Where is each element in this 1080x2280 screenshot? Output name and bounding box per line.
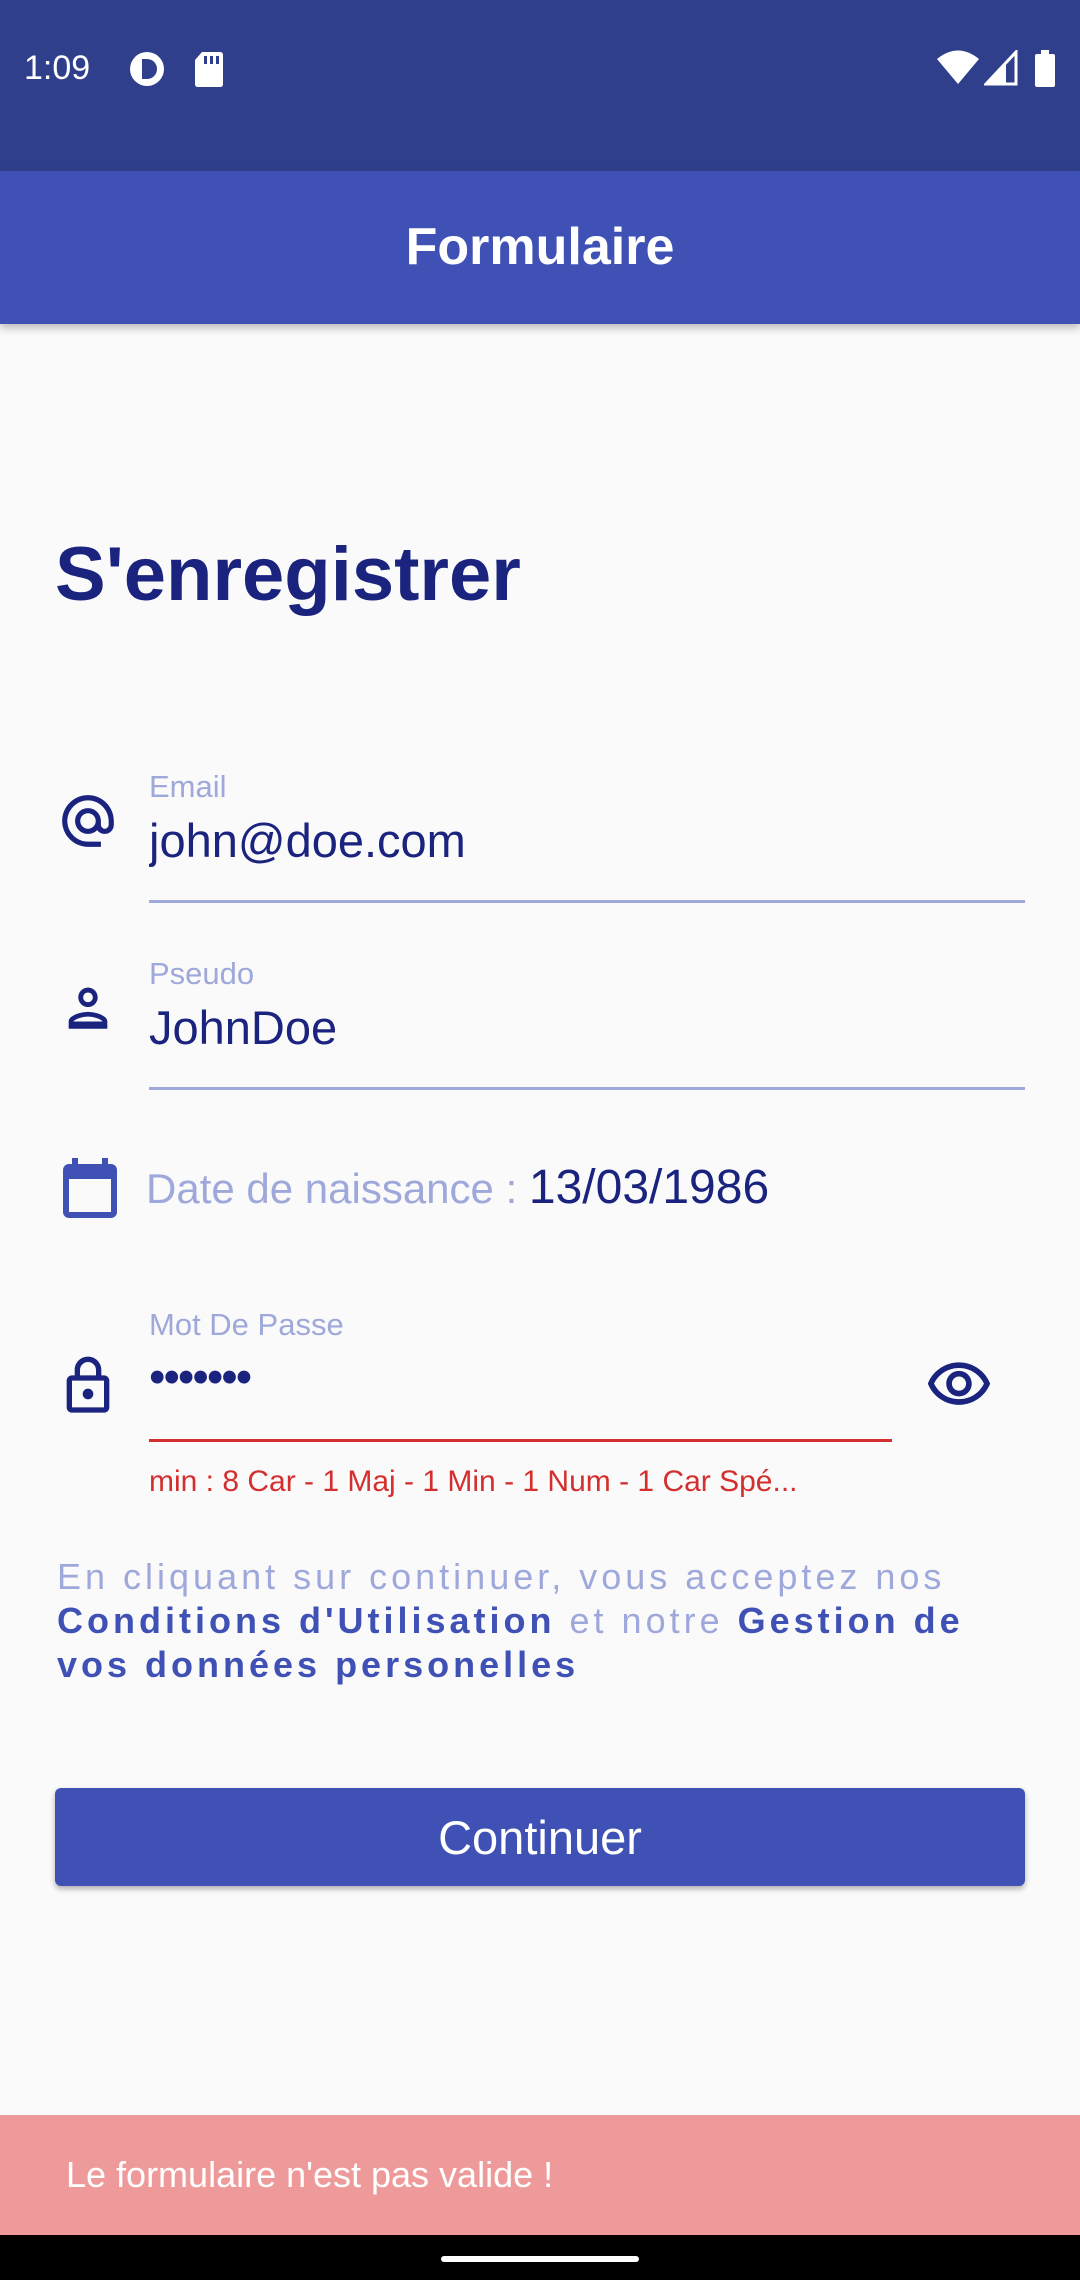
at-sign-icon — [62, 795, 114, 847]
eye-icon[interactable] — [925, 1351, 993, 1419]
terms-of-use-link[interactable]: Conditions d'Utilisation — [57, 1600, 556, 1641]
continue-button[interactable]: Continuer — [55, 1788, 1025, 1886]
terms-middle: et notre — [555, 1600, 738, 1641]
status-bar: 1:09 — [0, 0, 1080, 171]
password-error-text: min : 8 Car - 1 Maj - 1 Min - 1 Num - 1 … — [149, 1465, 798, 1498]
wifi-icon — [937, 50, 979, 84]
app-title: Formulaire — [405, 218, 675, 276]
snackbar: Le formulaire n'est pas valide ! — [0, 2115, 1080, 2235]
calendar-icon — [63, 1158, 117, 1218]
email-field[interactable] — [149, 813, 1025, 869]
password-underline — [149, 1439, 892, 1442]
email-underline — [149, 900, 1025, 903]
status-time: 1:09 — [24, 49, 91, 87]
page-title: S'enregistrer — [55, 532, 521, 617]
home-gesture-handle[interactable] — [441, 2256, 639, 2262]
snackbar-message: Le formulaire n'est pas valide ! — [66, 2154, 554, 2195]
lock-icon — [66, 1356, 110, 1413]
birthdate-value[interactable]: 13/03/1986 — [529, 1161, 769, 1214]
cellular-signal-icon — [984, 50, 1018, 86]
data-saver-icon — [130, 52, 164, 86]
terms-text: En cliquant sur continuer, vous acceptez… — [57, 1555, 1037, 1687]
password-field[interactable]: ••••••• — [149, 1352, 252, 1402]
pseudo-field[interactable] — [149, 1000, 1025, 1056]
battery-icon — [1035, 50, 1055, 87]
navigation-bar — [0, 2235, 1080, 2280]
email-label: Email — [149, 769, 227, 804]
birthdate-row[interactable]: Date de naissance : 13/03/1986 — [146, 1158, 769, 1229]
pseudo-underline — [149, 1087, 1025, 1090]
app-bar: Formulaire — [0, 171, 1080, 324]
sd-card-icon — [195, 52, 223, 87]
person-icon — [68, 987, 108, 1029]
password-label: Mot De Passe — [149, 1307, 344, 1342]
pseudo-label: Pseudo — [149, 956, 255, 991]
birthdate-label: Date de naissance : — [146, 1165, 529, 1212]
terms-prefix: En cliquant sur continuer, vous acceptez… — [57, 1556, 946, 1597]
